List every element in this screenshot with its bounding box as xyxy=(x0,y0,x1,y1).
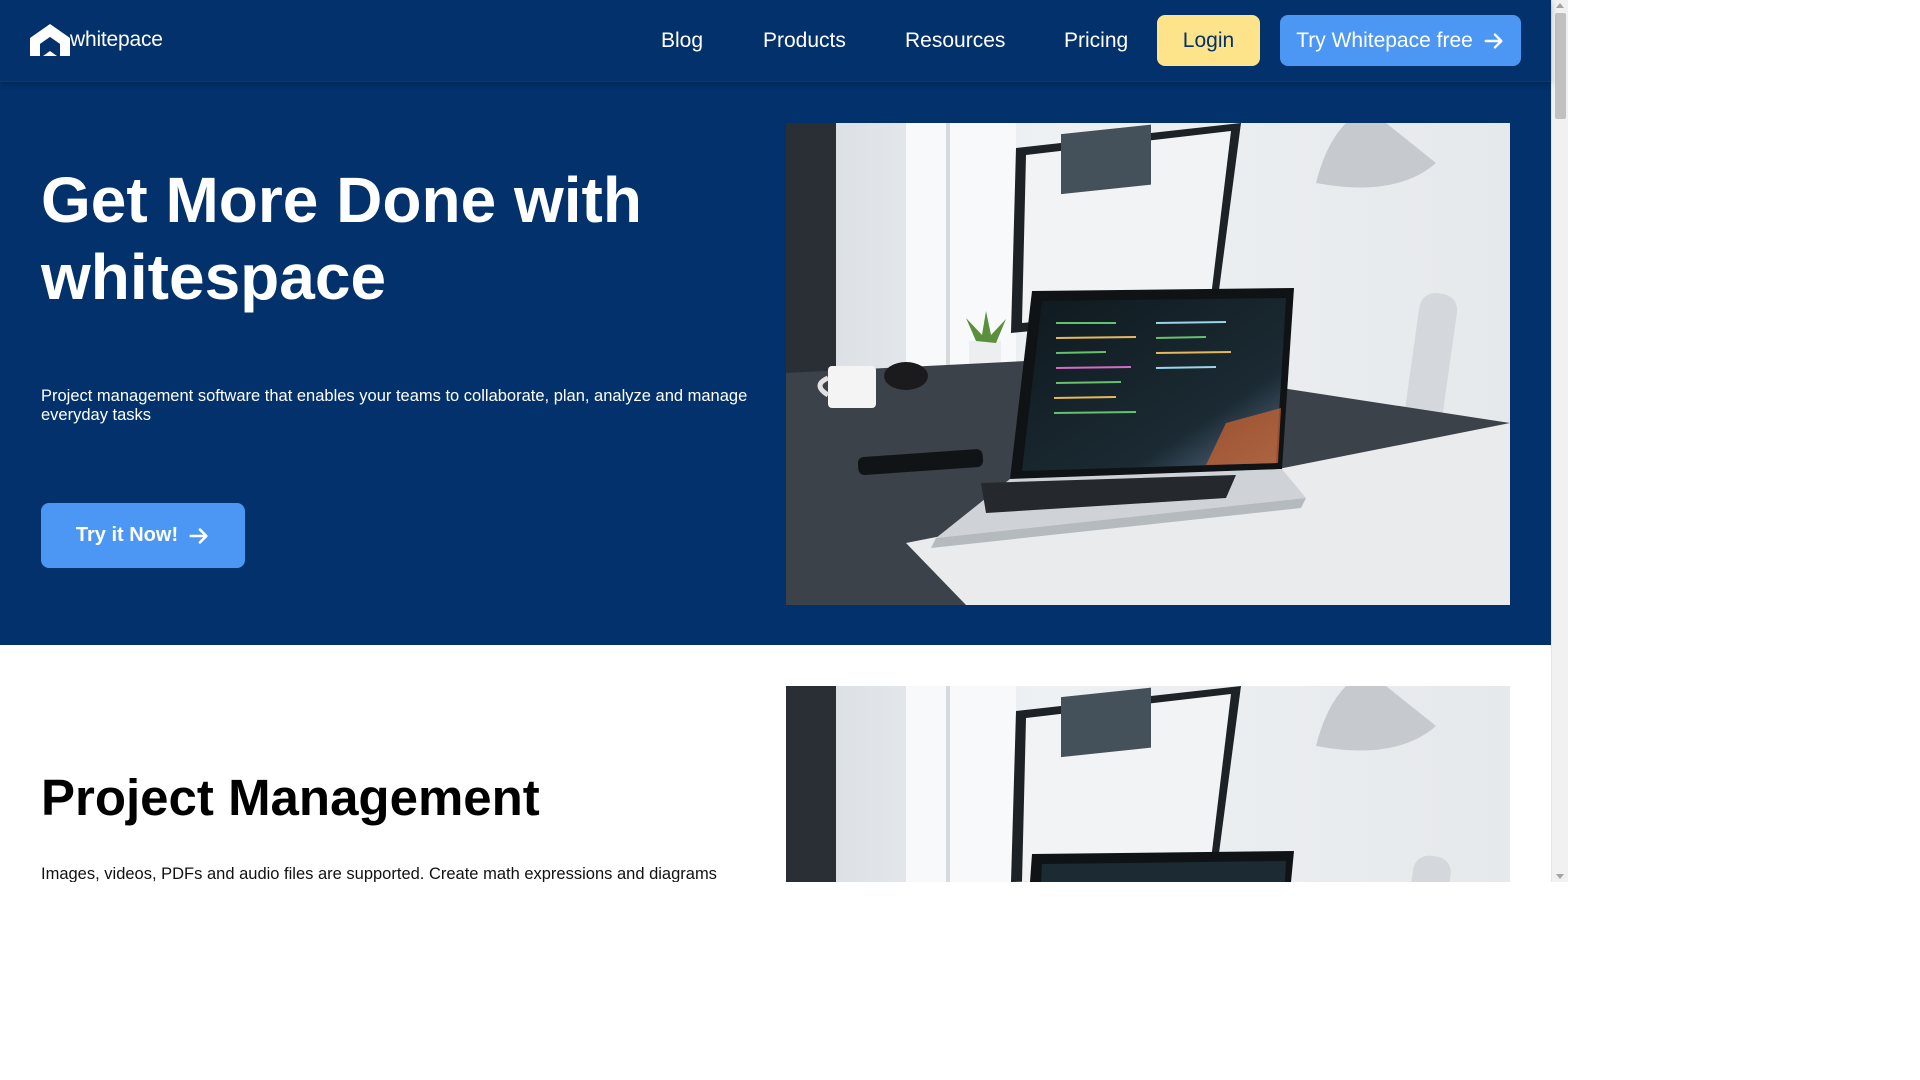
scroll-up-arrow-icon[interactable] xyxy=(1556,3,1564,8)
login-button[interactable]: Login xyxy=(1157,15,1260,66)
hero-title-line2: whitespace xyxy=(41,241,387,313)
section-title: Project Management xyxy=(41,769,540,826)
scroll-down-arrow-icon[interactable] xyxy=(1556,874,1564,879)
hero-title-line1: Get More Done with xyxy=(41,164,642,236)
section-text: Images, videos, PDFs and audio files are… xyxy=(41,865,717,882)
page: whitepace Blog Products Resources Pricin… xyxy=(0,0,1568,882)
top-navbar: whitepace Blog Products Resources Pricin… xyxy=(0,0,1551,82)
try-whitepace-free-button[interactable]: Try Whitepace free xyxy=(1280,15,1521,66)
hero-subtitle: Project management software that enables… xyxy=(41,387,748,424)
hero-title: Get More Done with whitespace xyxy=(41,162,761,316)
arrow-right-icon xyxy=(1484,32,1503,49)
logo[interactable]: whitepace xyxy=(30,24,163,56)
nav-products[interactable]: Products xyxy=(763,29,846,53)
nav-blog[interactable]: Blog xyxy=(661,29,703,53)
whitepace-logo-icon xyxy=(30,24,70,56)
login-button-label: Login xyxy=(1182,28,1235,52)
try-it-now-button[interactable]: Try it Now! xyxy=(41,503,245,568)
nav-pricing[interactable]: Pricing xyxy=(1064,29,1128,53)
logo-text: whitepace xyxy=(70,28,163,51)
try-button-label: Try Whitepace free xyxy=(1296,28,1473,52)
try-it-now-label: Try it Now! xyxy=(75,524,179,546)
page-scrollbar[interactable] xyxy=(1551,0,1568,882)
section-desk-photo xyxy=(786,686,1510,882)
nav-resources[interactable]: Resources xyxy=(905,29,1005,53)
scrollbar-thumb[interactable] xyxy=(1555,13,1566,119)
hero-desk-photo xyxy=(786,123,1510,605)
arrow-right-icon xyxy=(189,527,208,544)
